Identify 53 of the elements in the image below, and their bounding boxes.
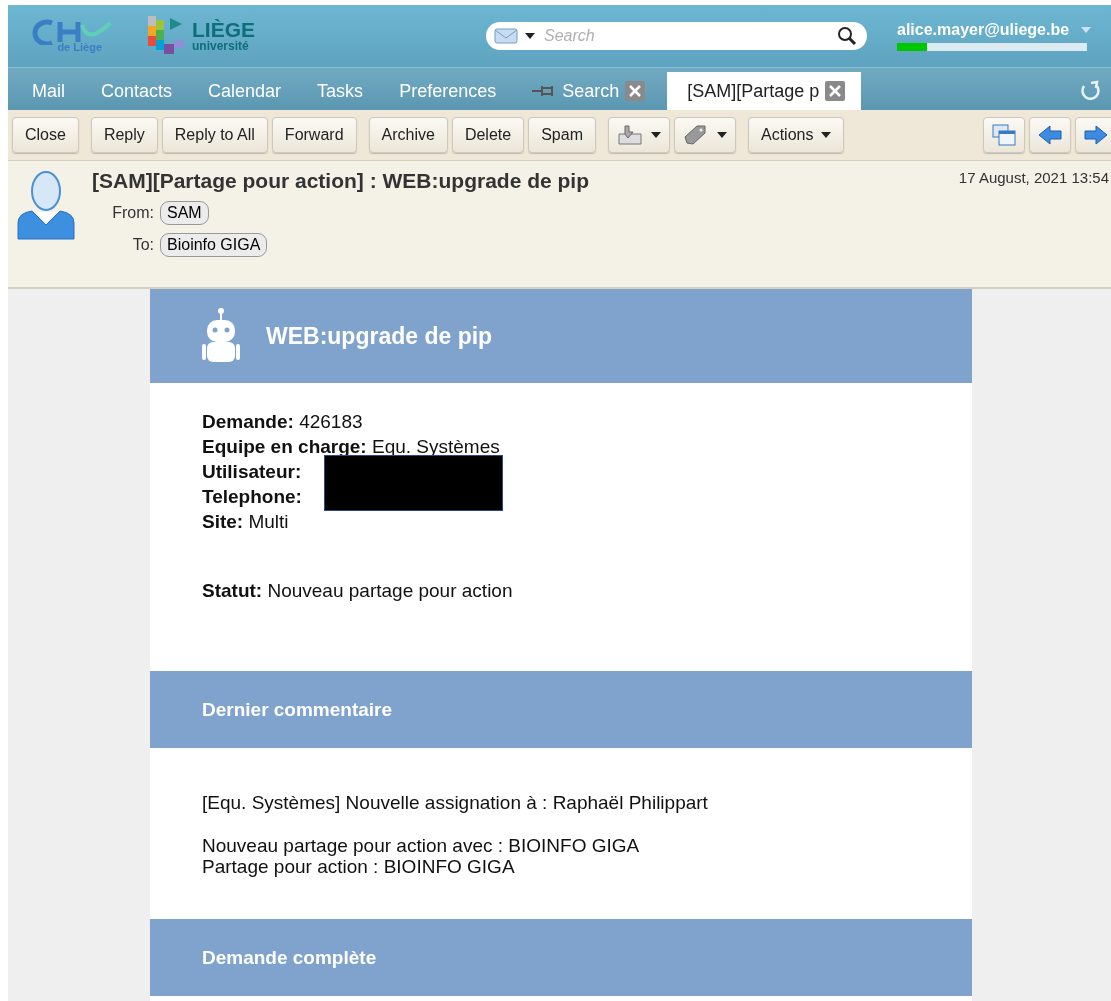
envelope-icon (494, 28, 518, 44)
nav-button[interactable] (983, 117, 1025, 153)
toolbar-button[interactable]: Delete (451, 117, 525, 153)
toolbar-button[interactable]: Forward (271, 117, 357, 153)
tag-icon (682, 125, 709, 145)
message-subject: [SAM][Partage pour action] : WEB:upgrade de pip (92, 169, 589, 193)
actions-button[interactable]: Actions (747, 117, 845, 153)
windows-icon (992, 124, 1016, 146)
menu-button[interactable] (673, 117, 736, 153)
logo-text: université (192, 40, 250, 52)
field-line: Equipe en charge: Equ. Systèmes (202, 435, 501, 459)
toolbar-button[interactable]: Reply to All (161, 117, 268, 153)
logo-text: LIÈGE (192, 20, 255, 40)
refresh-icon[interactable] (1079, 80, 1101, 102)
comment-text: [Equ. Systèmes] Nouvelle assignation à : Raphaël Philippart (202, 792, 709, 813)
field-line: Demande: 426183 (202, 410, 364, 434)
right-arrow-icon (1084, 125, 1108, 145)
nav-button[interactable] (1029, 117, 1071, 153)
toolbar-button[interactable]: Archive (368, 117, 448, 153)
field-line: Utilisateur: (202, 460, 303, 484)
caret-icon (525, 33, 535, 39)
robot-icon (202, 308, 240, 364)
toolbar-button[interactable]: Close (12, 117, 79, 153)
tray-icon (616, 125, 643, 145)
caret-icon (716, 132, 727, 138)
logo-mark-icon (30, 19, 112, 45)
left-arrow-icon (1038, 125, 1062, 145)
menu-button[interactable] (607, 117, 670, 153)
comment-text: Partage pour action : BIOINFO GIGA (202, 856, 516, 877)
message-date: 17 August, 2021 13:54 (958, 169, 1110, 188)
search-icon[interactable] (837, 26, 857, 46)
close-icon[interactable] (625, 81, 646, 101)
section-header: Dernier commentaire (150, 671, 972, 748)
search-field[interactable]: Search (542, 26, 830, 46)
field-label: From: (111, 204, 154, 222)
field-line: Statut: Nouveau partage pour action (202, 579, 514, 603)
address-chip[interactable]: SAM (160, 201, 209, 225)
tab[interactable]: [SAM][Partage p (667, 72, 862, 110)
caret-icon (650, 132, 661, 138)
field-line: Site: Multi (202, 510, 290, 534)
section-header: WEB:upgrade de pip (150, 289, 972, 383)
close-icon[interactable] (825, 81, 846, 101)
person-icon (16, 169, 76, 241)
section-header: Demande complète (150, 919, 972, 996)
field-line: Telephone: (202, 485, 303, 509)
toolbar-button[interactable]: Spam (528, 117, 596, 153)
comment-text: Nouveau partage pour action avec : BIOINFO GIGA (202, 835, 641, 856)
caret-icon (821, 132, 832, 138)
nav-button[interactable] (1075, 117, 1111, 153)
address-chip[interactable]: Bioinfo GIGA (160, 233, 268, 257)
search-bar[interactable]: Search (486, 22, 867, 50)
toolbar-button[interactable]: Reply (90, 117, 158, 153)
field-label: To: (131, 236, 154, 254)
